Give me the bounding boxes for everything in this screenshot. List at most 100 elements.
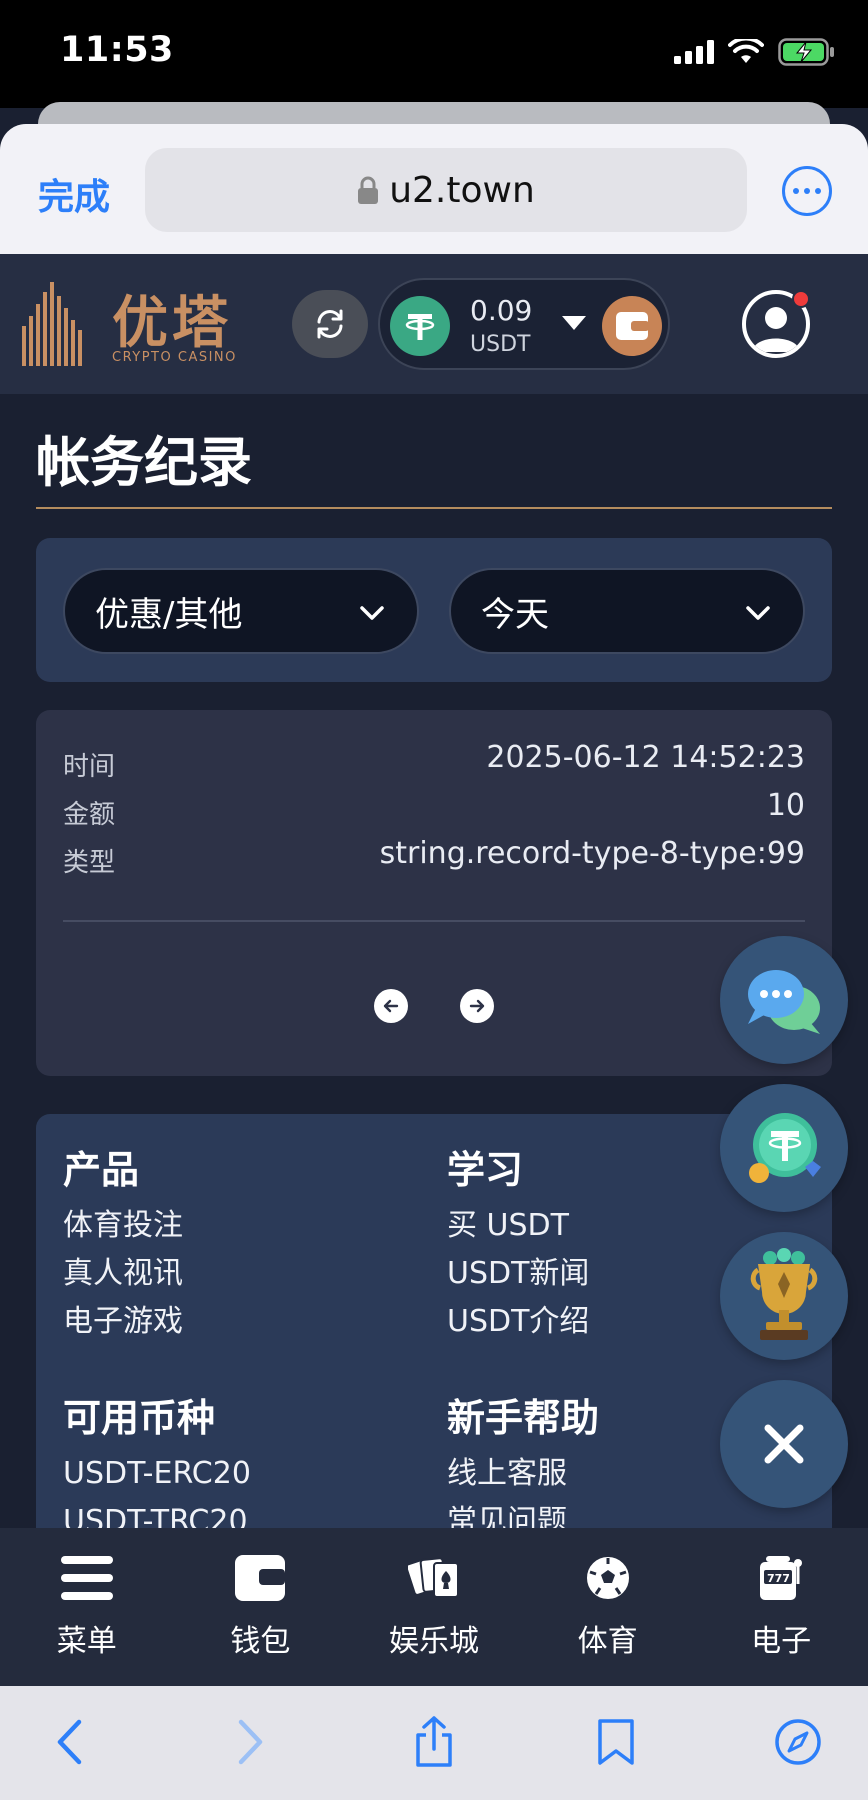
tether-coin-icon xyxy=(749,1113,821,1183)
footer-column-currencies: 可用币种 USDT-ERC20 USDT-TRC20 xyxy=(63,1398,251,1546)
wallet-button[interactable] xyxy=(602,296,662,356)
nav-label: 娱乐城 xyxy=(388,1624,479,1659)
logo-subtitle: CRYPTO CASINO xyxy=(112,350,237,365)
safari-toolbar-bottom xyxy=(0,1686,868,1800)
footer-link[interactable]: USDT-ERC20 xyxy=(63,1450,251,1498)
url-text: u2.town xyxy=(389,169,535,211)
chevron-right-icon xyxy=(238,1719,263,1765)
battery-charging-icon xyxy=(778,38,834,66)
footer-column-title: 新手帮助 xyxy=(447,1396,600,1440)
browser-back-button[interactable] xyxy=(40,1712,100,1772)
nav-label: 体育 xyxy=(577,1624,638,1659)
record-value: string.record-type-8-type:99 xyxy=(379,836,805,871)
arrow-left-icon xyxy=(383,999,399,1013)
nav-item-menu[interactable]: 菜单 xyxy=(0,1528,174,1686)
notification-dot xyxy=(792,290,810,308)
nav-item-wallet[interactable]: 钱包 xyxy=(174,1528,348,1686)
wifi-icon xyxy=(728,39,764,63)
footer-column-products: 产品 体育投注 真人视讯 电子游戏 xyxy=(63,1150,183,1346)
status-time: 11:53 xyxy=(60,30,174,70)
footer-link[interactable]: 体育投注 xyxy=(63,1202,183,1250)
soccer-ball-icon xyxy=(580,1552,636,1604)
nav-label: 电子 xyxy=(751,1624,812,1659)
footer-link[interactable]: 线上客服 xyxy=(447,1450,599,1498)
trophy-icon xyxy=(750,1248,818,1340)
footer-column-help: 新手帮助 线上客服 常见问题 xyxy=(447,1398,599,1546)
slot-machine-icon: 777 xyxy=(753,1552,809,1604)
footer-link[interactable]: 电子游戏 xyxy=(63,1298,183,1346)
browser-forward-button[interactable] xyxy=(220,1712,280,1772)
live-chat-button[interactable] xyxy=(720,936,848,1064)
share-icon xyxy=(416,1716,452,1767)
cellular-signal-icon xyxy=(674,40,714,64)
nav-item-slots[interactable]: 777 电子 xyxy=(694,1528,868,1686)
record-value: 10 xyxy=(766,788,805,823)
category-select-value: 优惠/其他 xyxy=(95,594,243,635)
footer-column-title: 学习 xyxy=(447,1148,524,1192)
arrow-right-icon xyxy=(469,999,485,1013)
nav-label: 钱包 xyxy=(230,1624,291,1659)
dot-icon xyxy=(793,188,799,194)
close-floating-menu-button[interactable] xyxy=(720,1380,848,1508)
more-options-button[interactable] xyxy=(782,166,832,216)
footer-link[interactable]: USDT介绍 xyxy=(447,1298,589,1346)
record-row-amount: 金额 10 xyxy=(63,788,805,832)
footer-link[interactable]: 真人视讯 xyxy=(63,1250,183,1298)
dot-icon xyxy=(815,188,821,194)
bookmark-icon xyxy=(598,1719,634,1765)
balance-display[interactable]: 0.09 USDT xyxy=(378,278,670,370)
record-card: 时间 2025-06-12 14:52:23 金额 10 类型 string.r… xyxy=(36,710,832,1076)
prev-page-button[interactable] xyxy=(374,989,408,1023)
wallet-icon xyxy=(232,1552,288,1604)
balance-currency: USDT xyxy=(470,332,531,357)
tether-coin-icon xyxy=(390,296,450,356)
logo-tower-icon[interactable] xyxy=(16,282,90,366)
footer-column-learn: 学习 买 USDT USDT新闻 USDT介绍 xyxy=(447,1150,589,1346)
site-header: 优塔 CRYPTO CASINO 0.09 USDT xyxy=(0,254,868,394)
usdt-promo-button[interactable] xyxy=(720,1084,848,1212)
wallet-icon xyxy=(616,312,649,340)
address-bar[interactable]: u2.town xyxy=(145,148,747,232)
filter-panel: 优惠/其他 今天 xyxy=(36,538,832,682)
period-select[interactable]: 今天 xyxy=(449,568,805,654)
category-select[interactable]: 优惠/其他 xyxy=(63,568,419,654)
refresh-balance-button[interactable] xyxy=(292,290,368,358)
logo-text[interactable]: 优塔 xyxy=(112,278,232,359)
record-divider xyxy=(63,920,805,922)
bottom-nav: 菜单 钱包 娱乐城 体育 777 电子 xyxy=(0,1528,868,1686)
balance-amount: 0.09 xyxy=(470,294,533,327)
compass-icon xyxy=(775,1719,821,1765)
footer-link[interactable]: USDT新闻 xyxy=(447,1250,589,1298)
refresh-icon xyxy=(317,309,343,339)
record-value: 2025-06-12 14:52:23 xyxy=(486,740,805,775)
page-title: 帐务纪录 xyxy=(36,431,252,494)
menu-icon xyxy=(59,1552,115,1604)
nav-item-sports[interactable]: 体育 xyxy=(521,1528,695,1686)
cards-icon xyxy=(406,1552,462,1604)
chevron-left-icon xyxy=(57,1719,82,1765)
footer-column-title: 可用币种 xyxy=(63,1396,216,1440)
record-label: 时间 xyxy=(63,752,116,782)
safari-toolbar-top: 完成 u2.town xyxy=(0,124,868,254)
chevron-down-icon xyxy=(360,606,384,620)
footer-link[interactable]: 买 USDT xyxy=(447,1202,589,1250)
title-divider xyxy=(36,507,832,509)
compass-button[interactable] xyxy=(768,1712,828,1772)
period-select-value: 今天 xyxy=(481,594,549,635)
footer-column-title: 产品 xyxy=(63,1148,140,1192)
svg-text:777: 777 xyxy=(767,1572,790,1585)
bookmarks-button[interactable] xyxy=(586,1712,646,1772)
tether-logo-icon xyxy=(405,314,435,340)
record-label: 金额 xyxy=(63,800,116,830)
done-button[interactable]: 完成 xyxy=(38,168,110,220)
share-button[interactable] xyxy=(404,1712,464,1772)
nav-item-casino[interactable]: 娱乐城 xyxy=(347,1528,521,1686)
status-icons xyxy=(674,38,836,66)
record-label: 类型 xyxy=(63,848,116,878)
status-bar: 11:53 xyxy=(0,0,868,108)
trophy-rewards-button[interactable] xyxy=(720,1232,848,1360)
next-page-button[interactable] xyxy=(460,989,494,1023)
close-icon xyxy=(764,1424,804,1464)
currency-dropdown-caret-icon[interactable] xyxy=(562,316,586,330)
footer-links: 产品 体育投注 真人视讯 电子游戏 学习 买 USDT USDT新闻 USDT介… xyxy=(36,1114,832,1594)
